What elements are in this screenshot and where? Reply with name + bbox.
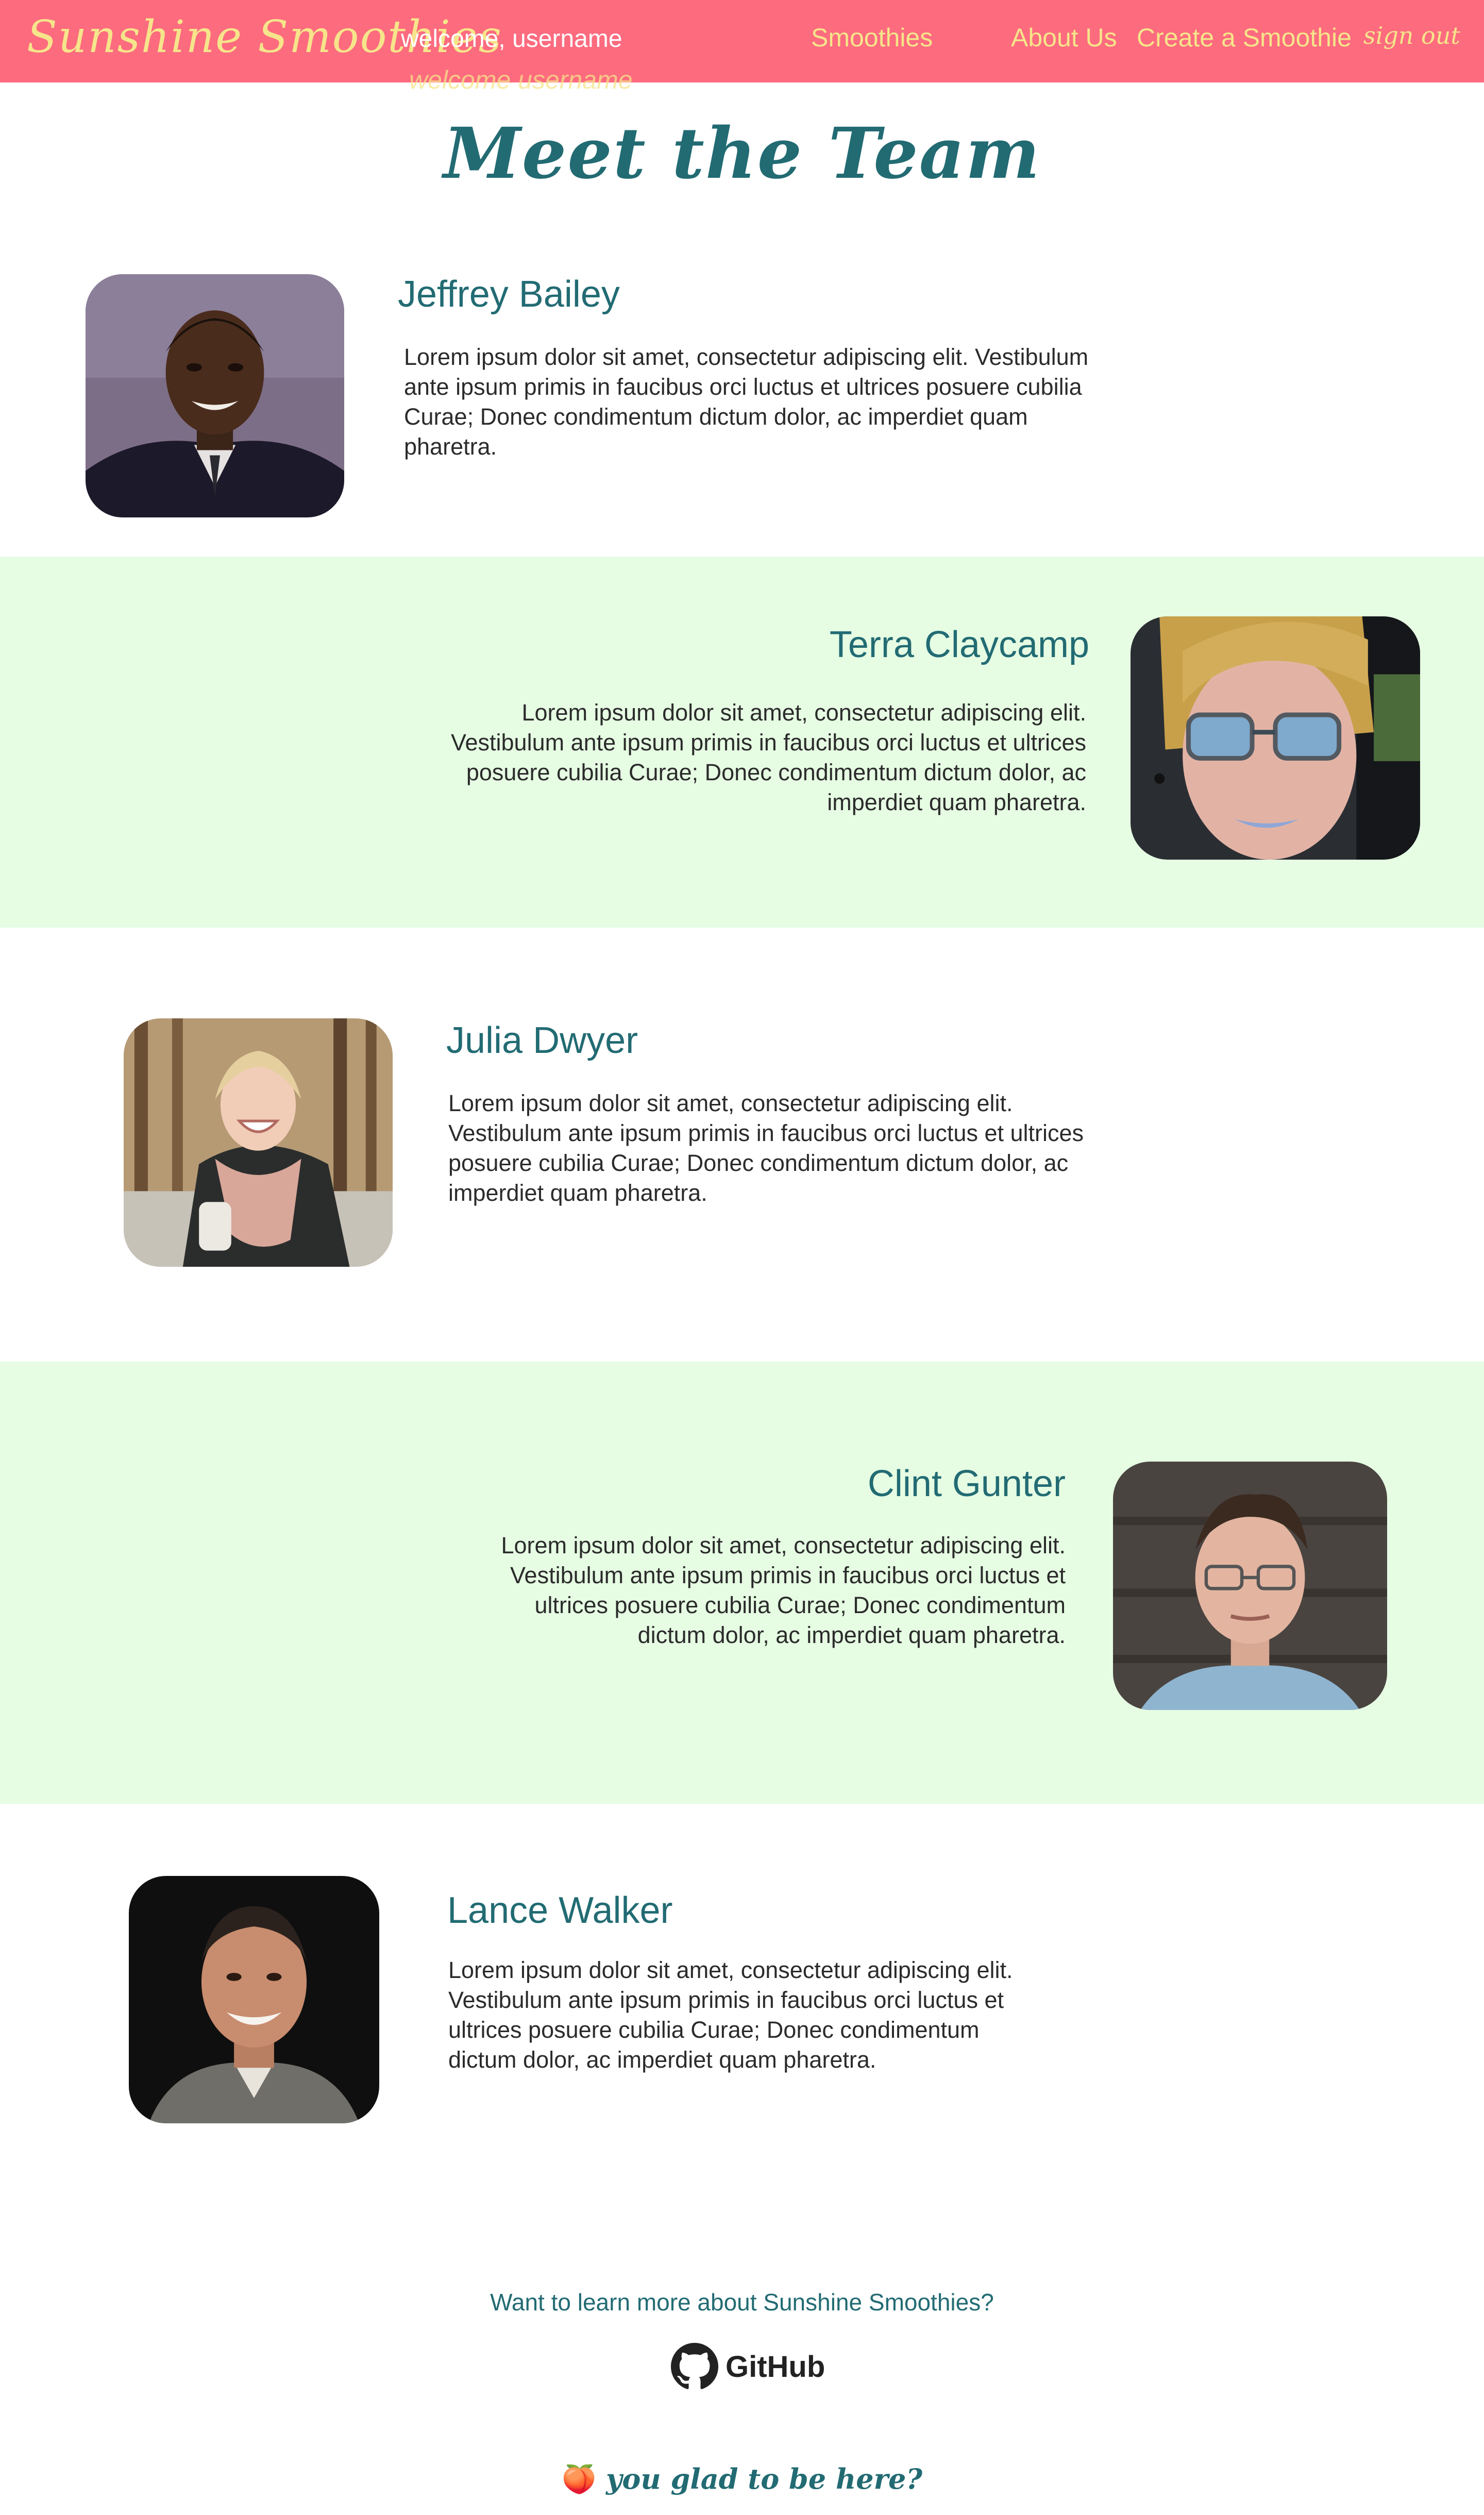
member-bio: Lorem ipsum dolor sit amet, consectetur …	[448, 1090, 1084, 1206]
nav-link-about-us[interactable]: About Us	[1011, 23, 1117, 53]
member-bio: Lorem ipsum dolor sit amet, consectetur …	[448, 1957, 1013, 2073]
sign-out-link[interactable]: sign out	[1363, 22, 1460, 49]
member-photo-terra-claycamp	[1131, 616, 1420, 860]
learn-more-text: Want to learn more about Sunshine Smooth…	[490, 2289, 994, 2316]
member-name: Clint Gunter	[867, 1463, 1066, 1504]
member-name: Julia Dwyer	[446, 1020, 638, 1061]
member-name: Terra Claycamp	[829, 624, 1089, 665]
github-link[interactable]: GitHub	[671, 2340, 825, 2393]
member-name: Lance Walker	[447, 1890, 673, 1931]
member-photo-julia-dwyer	[124, 1018, 393, 1267]
tagline: 🍑 you glad to be here?	[0, 2462, 1484, 2496]
member-photo-jeffrey-bailey	[86, 274, 344, 517]
member-bio: Lorem ipsum dolor sit amet, consectetur …	[501, 1532, 1066, 1648]
welcome-text: welcome, username	[401, 25, 622, 53]
nav-link-create-smoothie[interactable]: Create a Smoothie	[1137, 23, 1352, 53]
member-name: Jeffrey Bailey	[398, 274, 620, 315]
member-bio: Lorem ipsum dolor sit amet, consectetur …	[450, 699, 1086, 815]
tagline-text: you glad to be here?	[606, 2462, 923, 2495]
member-photo-clint-gunter	[1113, 1462, 1387, 1710]
navbar: Sunshine Smoothies welcome, username Smo…	[0, 0, 1484, 82]
github-label: GitHub	[726, 2350, 825, 2384]
page-title: Meet the Team	[443, 112, 1041, 195]
nav-link-smoothies[interactable]: Smoothies	[811, 23, 933, 53]
peach-icon: 🍑	[561, 2462, 597, 2495]
ghost-welcome-text: welcome username	[409, 65, 633, 94]
github-icon	[671, 2343, 718, 2389]
member-photo-lance-walker	[129, 1876, 379, 2123]
member-bio: Lorem ipsum dolor sit amet, consectetur …	[404, 344, 1089, 460]
